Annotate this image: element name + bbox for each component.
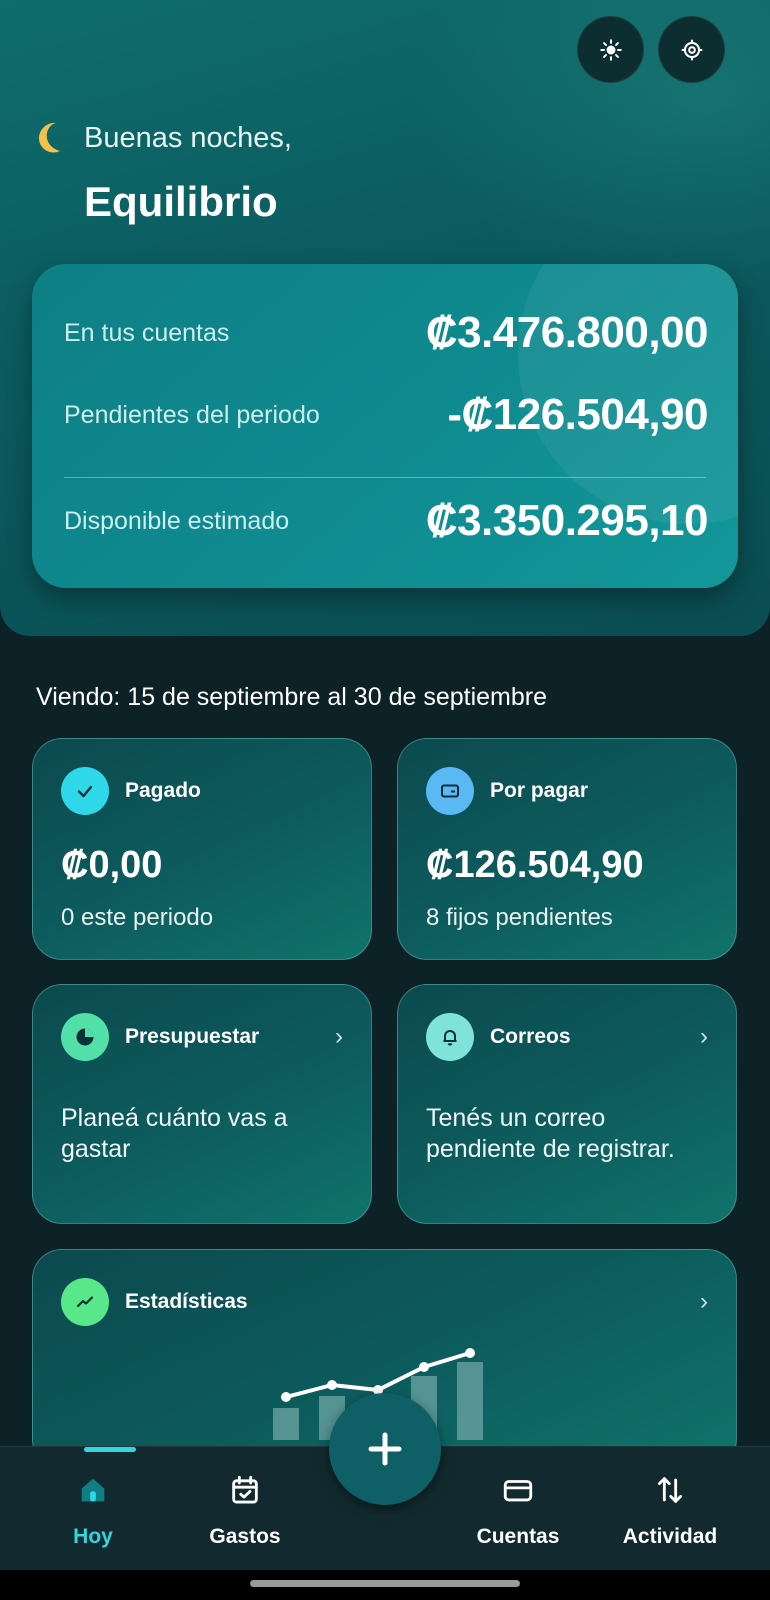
paid-card[interactable]: Pagado ₡0,00 0 este periodo xyxy=(32,738,372,960)
bell-icon xyxy=(426,1013,474,1061)
chevron-right-icon: › xyxy=(335,1023,343,1050)
system-navigation-bar xyxy=(0,1570,770,1600)
budget-description: Planeá cuánto vas a gastar xyxy=(61,1104,288,1163)
budget-title: Presupuestar xyxy=(125,1025,260,1048)
nav-label-gastos: Gastos xyxy=(209,1525,281,1548)
available-label: Disponible estimado xyxy=(64,506,290,535)
nav-item-gastos[interactable]: Gastos xyxy=(170,1447,320,1571)
stats-title: Estadísticas xyxy=(125,1290,248,1313)
header-panel: Buenas noches, Equilibrio En tus cuentas… xyxy=(0,0,770,636)
nav-label-hoy: Hoy xyxy=(73,1525,113,1548)
to-pay-subtitle: 8 fijos pendientes xyxy=(426,904,613,931)
paid-title: Pagado xyxy=(125,779,201,802)
budget-card[interactable]: Presupuestar › Planeá cuánto vas a gasta… xyxy=(32,984,372,1224)
balance-summary-card: En tus cuentas ₡3.476.800,00 Pendientes … xyxy=(32,264,738,588)
add-button[interactable] xyxy=(329,1393,441,1505)
moon-icon xyxy=(38,122,60,153)
nav-active-indicator xyxy=(84,1447,136,1452)
pending-value: -₡126.504,90 xyxy=(447,390,708,439)
nav-item-actividad[interactable]: Actividad xyxy=(595,1447,745,1571)
emails-title: Correos xyxy=(490,1025,571,1048)
theme-toggle-button[interactable] xyxy=(577,16,644,83)
settings-button[interactable] xyxy=(658,16,725,83)
period-range-text: Viendo: 15 de septiembre al 30 de septie… xyxy=(36,683,547,711)
paid-subtitle: 0 este periodo xyxy=(61,904,214,931)
greeting-text: Buenas noches, xyxy=(84,121,292,154)
pending-label: Pendientes del periodo xyxy=(64,400,320,429)
gear-icon xyxy=(681,39,702,60)
emails-description: Tenés un correo pendiente de registrar. xyxy=(426,1104,675,1163)
calendar-check-icon xyxy=(232,1475,258,1504)
accounts-value: ₡3.476.800,00 xyxy=(425,308,709,357)
available-balance-row: Disponible estimado ₡3.350.295,10 xyxy=(64,496,709,546)
nav-item-cuentas[interactable]: Cuentas xyxy=(443,1447,593,1571)
paid-amount: ₡0,00 xyxy=(61,844,163,886)
trend-icon xyxy=(61,1278,109,1326)
chevron-right-icon: › xyxy=(700,1023,708,1050)
pie-chart-icon xyxy=(61,1013,109,1061)
card-icon xyxy=(426,767,474,815)
to-pay-card[interactable]: Por pagar ₡126.504,90 8 fijos pendientes xyxy=(397,738,737,960)
available-value: ₡3.350.295,10 xyxy=(425,496,709,545)
nav-label-actividad: Actividad xyxy=(622,1525,718,1548)
nav-label-cuentas: Cuentas xyxy=(476,1525,560,1548)
credit-card-icon xyxy=(503,1480,533,1502)
arrows-updown-icon xyxy=(657,1477,683,1503)
balance-divider xyxy=(64,477,706,478)
check-icon xyxy=(61,767,109,815)
emails-card[interactable]: Correos › Tenés un correo pendiente de r… xyxy=(397,984,737,1224)
greeting-row: Buenas noches, xyxy=(36,120,292,156)
chevron-right-icon: › xyxy=(700,1288,708,1315)
to-pay-amount: ₡126.504,90 xyxy=(426,844,644,886)
app-title: Equilibrio xyxy=(84,178,278,225)
accounts-label: En tus cuentas xyxy=(64,318,230,347)
to-pay-title: Por pagar xyxy=(490,779,589,802)
pending-balance-row: Pendientes del periodo -₡126.504,90 xyxy=(64,390,708,440)
nav-item-hoy[interactable]: Hoy xyxy=(18,1447,168,1571)
home-gesture-pill[interactable] xyxy=(250,1580,520,1587)
home-icon xyxy=(81,1478,105,1502)
accounts-balance-row: En tus cuentas ₡3.476.800,00 xyxy=(64,308,709,358)
sun-icon xyxy=(599,38,622,61)
plus-icon xyxy=(368,1432,402,1466)
